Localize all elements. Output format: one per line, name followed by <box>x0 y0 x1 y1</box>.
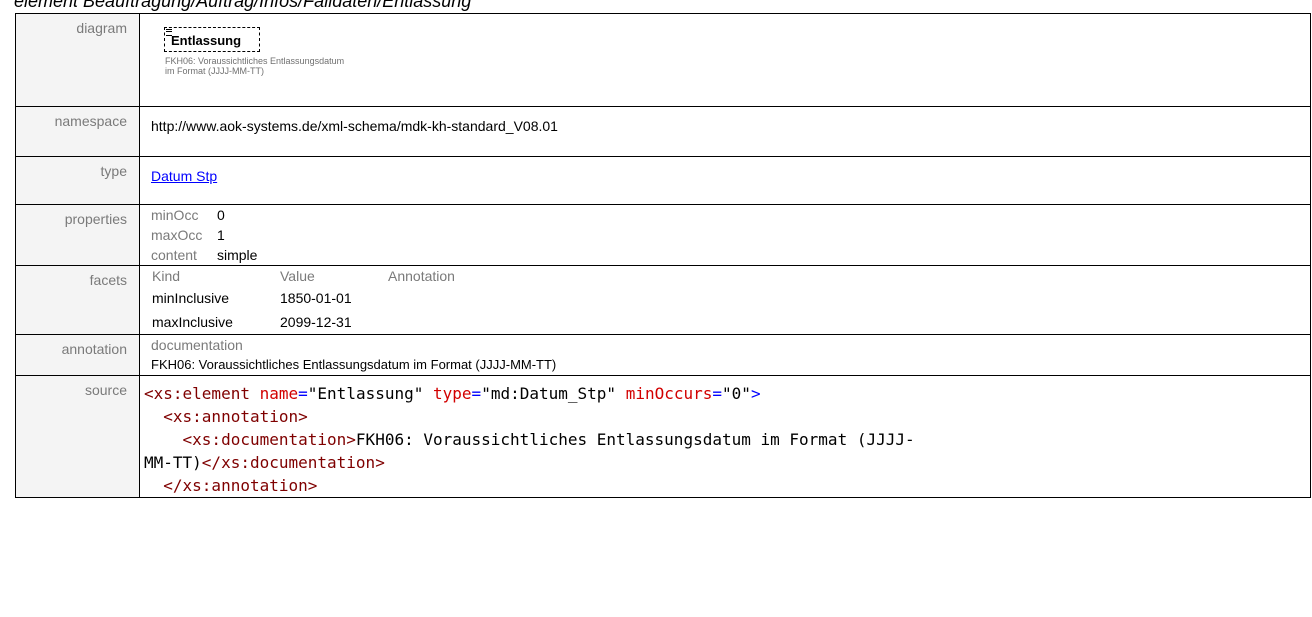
facets-header-value: Value <box>280 268 315 284</box>
facet-row: maxInclusive 2099-12-31 <box>140 310 1310 334</box>
namespace-row: namespace http://www.aok-systems.de/xml-… <box>15 106 1311 157</box>
annotation-row: annotation documentation FKH06: Voraussi… <box>15 334 1311 376</box>
code-tag: </xs:annotation> <box>163 476 318 495</box>
property-row: content simple <box>140 245 1310 265</box>
diagram-note: FKH06: Voraussichtliches Entlassungsdatu… <box>165 56 345 76</box>
source-label: source <box>15 375 140 498</box>
code-tag: <xs:documentation> <box>182 430 356 449</box>
annotation-block: documentation FKH06: Voraussichtliches E… <box>140 335 1310 375</box>
property-row: maxOcc 1 <box>140 225 1310 245</box>
annotation-text: FKH06: Voraussichtliches Entlassungsdatu… <box>151 357 557 372</box>
type-row: type Datum Stp <box>15 156 1311 205</box>
page-title: element Beauftragung/Auftrag/Infos/Falld… <box>14 0 472 11</box>
property-value: 0 <box>217 207 225 223</box>
diagram-label: diagram <box>15 13 140 107</box>
code-text: FKH06: Voraussichtliches Entlassungsdatu… <box>355 430 915 449</box>
code-attr: name <box>259 384 299 403</box>
properties-list: minOcc 0 maxOcc 1 content simple <box>140 205 1310 265</box>
annotation-title: documentation <box>151 337 243 353</box>
facet-value: 2099-12-31 <box>280 314 352 330</box>
code-value: "md:Datum_Stp" <box>481 384 617 403</box>
facets-label: facets <box>15 265 140 335</box>
type-link[interactable]: Datum Stp <box>151 168 217 184</box>
property-row: minOcc 0 <box>140 205 1310 225</box>
facets-table: Kind Value Annotation minInclusive 1850-… <box>140 266 1310 334</box>
element-box[interactable]: Entlassung <box>164 27 260 52</box>
facet-value: 1850-01-01 <box>280 290 352 306</box>
property-value: simple <box>217 247 258 263</box>
code-attr: minOccurs <box>625 384 713 403</box>
facets-header-kind: Kind <box>152 268 181 284</box>
type-label: type <box>15 156 140 205</box>
element-doc-table: diagram Entlassung FKH06: Voraussichtlic… <box>15 13 1311 498</box>
diagram-row: diagram Entlassung FKH06: Voraussichtlic… <box>15 13 1311 107</box>
facets-header-annotation: Annotation <box>388 268 455 284</box>
source-row: source <xs:element name="Entlassung" typ… <box>15 375 1311 498</box>
diagram: Entlassung FKH06: Voraussichtliches Entl… <box>151 14 1310 106</box>
facet-row: minInclusive 1850-01-01 <box>140 286 1310 310</box>
code-value: "Entlassung" <box>307 384 424 403</box>
property-key: content <box>151 247 197 263</box>
code-tag: </xs:documentation> <box>201 453 385 472</box>
annotation-label: annotation <box>15 334 140 376</box>
namespace-label: namespace <box>15 106 140 157</box>
facet-kind: minInclusive <box>152 290 230 306</box>
property-value: 1 <box>217 227 225 243</box>
code-text: MM-TT) <box>144 453 202 472</box>
property-key: minOcc <box>151 207 199 223</box>
properties-row: properties minOcc 0 maxOcc 1 content sim… <box>15 204 1311 266</box>
source-code: <xs:element name="Entlassung" type="md:D… <box>144 384 915 495</box>
properties-label: properties <box>15 204 140 266</box>
element-icon <box>166 29 172 36</box>
facets-header: Kind Value Annotation <box>140 266 1310 286</box>
code-tag: <xs:element <box>144 384 250 403</box>
code-attr: type <box>433 384 472 403</box>
code-punct: > <box>750 384 761 403</box>
code-value: "0" <box>722 384 751 403</box>
facet-kind: maxInclusive <box>152 314 233 330</box>
namespace-value: http://www.aok-systems.de/xml-schema/mdk… <box>139 106 1311 157</box>
element-box-label: Entlassung <box>171 33 242 48</box>
code-tag: <xs:annotation> <box>163 407 308 426</box>
facets-row: facets Kind Value Annotation minInclusiv… <box>15 265 1311 335</box>
property-key: maxOcc <box>151 227 203 243</box>
